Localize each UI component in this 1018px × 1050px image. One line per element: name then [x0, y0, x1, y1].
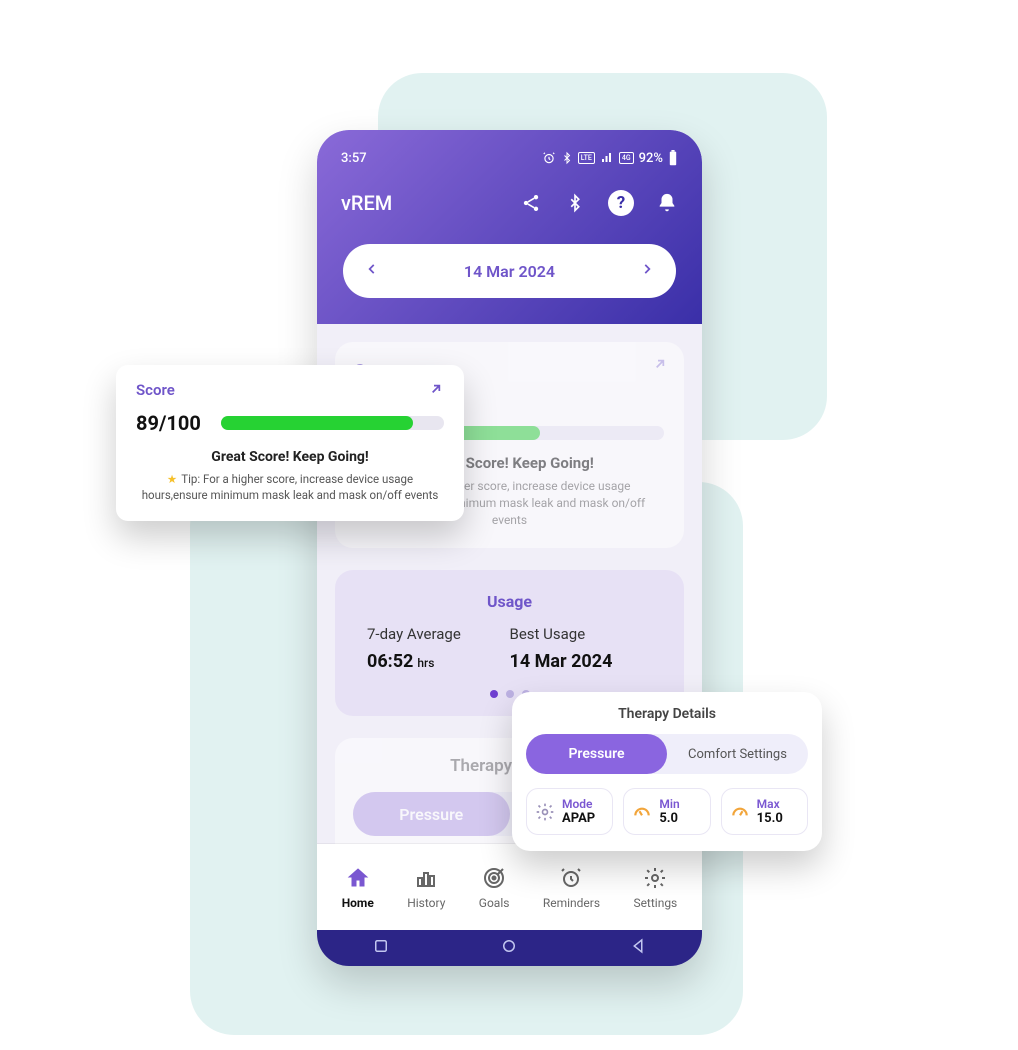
tab-pressure[interactable]: Pressure [526, 734, 667, 774]
tab-pressure[interactable]: Pressure [353, 792, 510, 836]
score-value: 89/100 [136, 411, 201, 435]
expand-icon[interactable] [652, 356, 668, 376]
gauge-icon [730, 802, 750, 822]
app-bar: vREM ? [337, 182, 682, 244]
bluetooth-icon [561, 151, 573, 165]
status-time: 3:57 [341, 151, 367, 166]
best-value: 14 Mar 2024 [510, 651, 653, 672]
app-title: vREM [341, 191, 392, 215]
avg-label: 7-day Average [367, 625, 510, 643]
help-icon[interactable]: ? [608, 190, 634, 216]
mode-item: Mode APAP [526, 788, 613, 835]
segmented-control[interactable]: Pressure Comfort Settings [526, 734, 808, 774]
score-tip: ★Tip: For a higher score, increase devic… [136, 471, 444, 503]
share-icon[interactable] [520, 192, 542, 214]
status-bar: 3:57 LTE 4G 92% [337, 148, 682, 182]
nav-settings[interactable]: Settings [633, 866, 677, 910]
score-progress [221, 416, 444, 430]
bell-icon[interactable] [656, 192, 678, 214]
history-icon [414, 866, 438, 890]
date-selector: 14 Mar 2024 [343, 244, 676, 298]
signal-icon [600, 152, 614, 164]
android-recent-button[interactable] [372, 937, 390, 959]
star-icon: ★ [167, 472, 177, 486]
date-next-button[interactable] [640, 258, 654, 284]
alarm-icon [542, 151, 556, 165]
bluetooth-icon[interactable] [564, 192, 586, 214]
battery-icon [668, 150, 678, 166]
score-headline: Great Score! Keep Going! [136, 449, 444, 465]
android-nav [317, 930, 702, 966]
gear-icon [535, 802, 555, 822]
avg-value: 06:52hrs [367, 651, 510, 672]
gauge-icon [632, 802, 652, 822]
android-back-button[interactable] [629, 937, 647, 959]
best-label: Best Usage [510, 625, 653, 643]
date-prev-button[interactable] [365, 258, 379, 284]
tab-comfort[interactable]: Comfort Settings [667, 747, 808, 762]
app-header: 3:57 LTE 4G 92% vREM ? [317, 130, 702, 324]
usage-title: Usage [361, 592, 658, 611]
therapy-title: Therapy Details [526, 706, 808, 722]
therapy-popup[interactable]: Therapy Details Pressure Comfort Setting… [512, 692, 822, 851]
min-item: Min 5.0 [623, 788, 710, 835]
nav-reminders[interactable]: Reminders [543, 866, 600, 910]
settings-icon [643, 866, 667, 890]
nav-home[interactable]: Home [342, 866, 374, 910]
nav-goals[interactable]: Goals [479, 866, 510, 910]
android-home-button[interactable] [500, 937, 518, 959]
max-item: Max 15.0 [721, 788, 808, 835]
nav-history[interactable]: History [407, 866, 445, 910]
score-popup[interactable]: Score 89/100 Great Score! Keep Going! ★T… [116, 365, 464, 521]
goals-icon [482, 866, 506, 890]
battery-text: 92% [639, 151, 663, 166]
score-title: Score [136, 381, 175, 399]
expand-icon[interactable] [428, 381, 444, 401]
home-icon [346, 866, 370, 890]
bottom-nav: Home History Goals Reminders Settings [317, 844, 702, 930]
status-icons: LTE 4G 92% [542, 150, 678, 166]
date-label: 14 Mar 2024 [464, 262, 555, 281]
reminders-icon [559, 866, 583, 890]
